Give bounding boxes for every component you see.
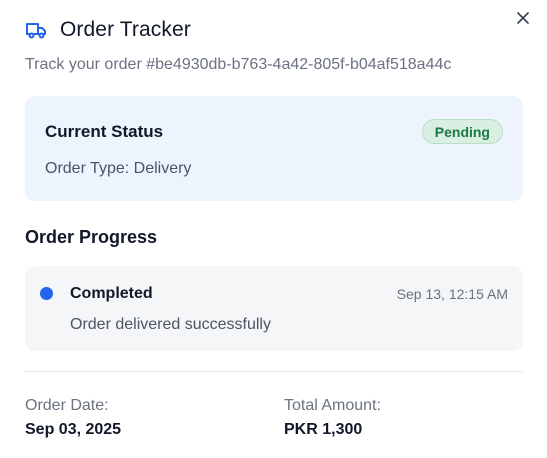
total-amount-section: Total Amount: PKR 1,300 bbox=[284, 397, 381, 439]
step-indicator-dot bbox=[40, 287, 53, 300]
status-title: Current Status bbox=[45, 122, 164, 141]
order-subtitle: Track your order #be4930db-b763-4a42-805… bbox=[25, 56, 452, 73]
order-type: Order Type: Delivery bbox=[45, 160, 192, 177]
status-badge: Pending bbox=[421, 119, 503, 144]
step-timestamp: Sep 13, 12:15 AM bbox=[396, 286, 508, 302]
dialog-title: Order Tracker bbox=[60, 18, 191, 41]
order-date-section: Order Date: Sep 03, 2025 bbox=[25, 397, 121, 439]
progress-step: Completed Sep 13, 12:15 AM Order deliver… bbox=[25, 266, 523, 351]
dialog-header: Order Tracker bbox=[25, 18, 191, 42]
order-tracker-dialog: Order Tracker Track your order #be4930db… bbox=[0, 0, 547, 458]
divider bbox=[25, 371, 523, 372]
order-date-label: Order Date: bbox=[25, 397, 109, 414]
step-description: Order delivered successfully bbox=[70, 316, 271, 333]
progress-heading: Order Progress bbox=[25, 227, 158, 247]
total-amount-value: PKR 1,300 bbox=[284, 421, 363, 438]
truck-icon bbox=[25, 18, 49, 42]
close-button[interactable] bbox=[515, 10, 531, 26]
current-status-card: Current Status Pending Order Type: Deliv… bbox=[25, 96, 523, 201]
order-date-value: Sep 03, 2025 bbox=[25, 421, 122, 438]
close-icon bbox=[516, 11, 530, 25]
step-title: Completed bbox=[70, 285, 153, 302]
total-amount-label: Total Amount: bbox=[284, 397, 381, 414]
